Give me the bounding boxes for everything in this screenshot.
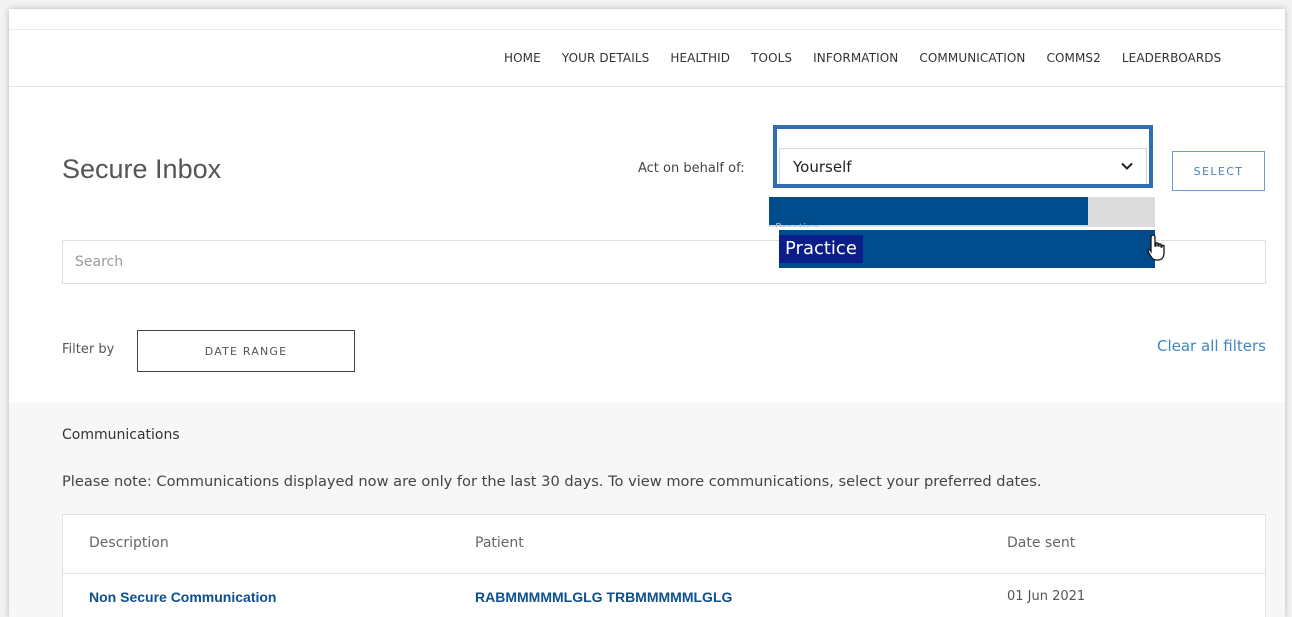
dropdown-option-practice[interactable]: Practice bbox=[779, 230, 1155, 268]
dropdown-list-top: Practice bbox=[769, 197, 1155, 227]
table-header: Description Patient Date sent bbox=[63, 515, 1265, 574]
nav-leaderboards[interactable]: LEADERBOARDS bbox=[1122, 51, 1222, 65]
main-nav: HOME YOUR DETAILS HEALTHID TOOLS INFORMA… bbox=[9, 30, 1285, 87]
act-on-behalf-label: Act on behalf of: bbox=[638, 161, 745, 176]
communications-table: Description Patient Date sent Non Secure… bbox=[62, 514, 1266, 617]
communications-title: Communications bbox=[62, 427, 180, 443]
dropdown-partial-option: Practice bbox=[775, 221, 819, 227]
nav-information[interactable]: INFORMATION bbox=[813, 51, 898, 65]
top-strip bbox=[9, 9, 1285, 30]
column-date-sent[interactable]: Date sent bbox=[1007, 535, 1075, 551]
communications-section: Communications Please note: Communicatio… bbox=[9, 403, 1285, 617]
nav-comms2[interactable]: COMMS2 bbox=[1046, 51, 1100, 65]
nav-communication[interactable]: COMMUNICATION bbox=[919, 51, 1025, 65]
hand-cursor-icon bbox=[1146, 233, 1170, 263]
nav-items: HOME YOUR DETAILS HEALTHID TOOLS INFORMA… bbox=[504, 30, 1221, 86]
row-date-sent: 01 Jun 2021 bbox=[1007, 589, 1086, 604]
app-panel: HOME YOUR DETAILS HEALTHID TOOLS INFORMA… bbox=[9, 9, 1285, 617]
row-patient-link[interactable]: RABMMMMMLGLG TRBMMMMMLGLG bbox=[475, 589, 732, 605]
column-description[interactable]: Description bbox=[89, 535, 169, 551]
clear-all-filters-link[interactable]: Clear all filters bbox=[1157, 337, 1266, 355]
dropdown-option-label: Practice bbox=[779, 235, 863, 263]
page-title: Secure Inbox bbox=[62, 154, 222, 184]
highlight-frame bbox=[773, 125, 1153, 188]
date-range-button[interactable]: DATE RANGE bbox=[137, 330, 355, 372]
column-patient[interactable]: Patient bbox=[475, 535, 524, 551]
filter-by-label: Filter by bbox=[62, 342, 115, 357]
row-description-link[interactable]: Non Secure Communication bbox=[89, 589, 276, 605]
nav-tools[interactable]: TOOLS bbox=[751, 51, 792, 65]
nav-your-details[interactable]: YOUR DETAILS bbox=[562, 51, 650, 65]
nav-healthid[interactable]: HEALTHID bbox=[670, 51, 730, 65]
communications-note: Please note: Communications displayed no… bbox=[62, 473, 1042, 490]
nav-home[interactable]: HOME bbox=[504, 51, 541, 65]
table-row[interactable]: Non Secure Communication RABMMMMMLGLG TR… bbox=[63, 573, 1265, 617]
select-button[interactable]: SELECT bbox=[1172, 151, 1265, 191]
